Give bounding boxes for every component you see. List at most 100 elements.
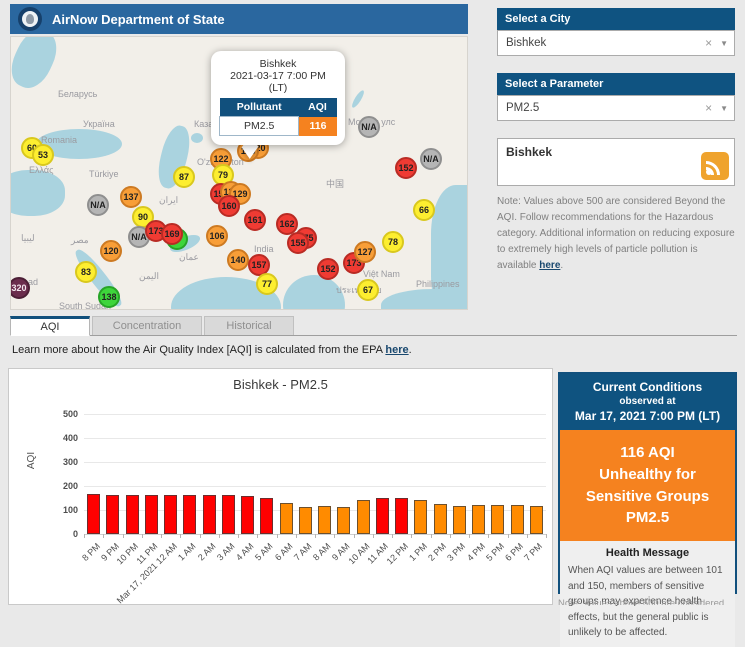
x-tick bbox=[103, 534, 104, 538]
rss-box-city: Bishkek bbox=[506, 145, 726, 159]
tab-historical[interactable]: Historical bbox=[204, 316, 294, 336]
aqi-marker[interactable]: N/A bbox=[420, 148, 442, 170]
gridline bbox=[84, 486, 546, 487]
map-country-label: مصر bbox=[71, 235, 89, 246]
x-tick bbox=[277, 534, 278, 538]
x-tick bbox=[315, 534, 316, 538]
aqi-bar bbox=[453, 506, 466, 534]
aqi-marker[interactable]: 155 bbox=[287, 232, 309, 254]
x-tick-label-text: 8 PM bbox=[80, 541, 102, 563]
x-tick bbox=[238, 534, 239, 538]
aqi-marker[interactable]: 169 bbox=[161, 223, 183, 245]
map-country-label: India bbox=[254, 244, 274, 254]
aqi-marker[interactable]: 67 bbox=[357, 279, 379, 301]
aqi-marker[interactable]: 161 bbox=[244, 209, 266, 231]
x-tick-label-text: 5 AM bbox=[253, 541, 275, 563]
aqi-marker[interactable]: 53 bbox=[32, 144, 54, 166]
aqi-bar bbox=[491, 505, 504, 534]
aqi-marker[interactable]: 160 bbox=[218, 195, 240, 217]
aqi-bar bbox=[106, 495, 119, 534]
aqi-bar bbox=[511, 505, 524, 534]
y-tick-label: 0 bbox=[44, 529, 78, 539]
y-tick-label: 200 bbox=[44, 481, 78, 491]
aqi-bar bbox=[530, 506, 543, 534]
x-tick bbox=[200, 534, 201, 538]
x-tick bbox=[142, 534, 143, 538]
x-tick-label-text: 6 PM bbox=[503, 541, 525, 563]
aqi-bar bbox=[395, 498, 408, 534]
aqi-marker[interactable]: 138 bbox=[98, 286, 120, 308]
aqi-marker[interactable]: 77 bbox=[256, 273, 278, 295]
clear-icon[interactable]: × bbox=[705, 101, 712, 115]
aqi-marker[interactable]: 152 bbox=[395, 157, 417, 179]
aqi-marker[interactable]: 106 bbox=[206, 225, 228, 247]
aqi-marker[interactable]: 83 bbox=[75, 261, 97, 283]
learn-more-here-link[interactable]: here bbox=[385, 344, 408, 356]
popup-table: Pollutant AQI PM2.5 116 bbox=[219, 98, 337, 136]
x-tick bbox=[546, 534, 547, 538]
aqi-marker[interactable]: 120 bbox=[100, 240, 122, 262]
map-country-label: عمان bbox=[179, 252, 199, 263]
map-country-label: Việt Nam bbox=[363, 269, 400, 279]
aqi-map[interactable]: БеларусьУкраїнаКазахстанRomaniaΕλλάςTürk… bbox=[10, 36, 468, 310]
chevron-down-icon[interactable]: ▼ bbox=[720, 104, 728, 113]
parameter-select[interactable]: PM2.5 × ▼ bbox=[497, 95, 735, 121]
aqi-bar bbox=[87, 494, 100, 534]
x-tick-label-text: 2 PM bbox=[426, 541, 448, 563]
clear-icon[interactable]: × bbox=[705, 36, 712, 50]
aqi-bar bbox=[414, 500, 427, 534]
x-tick-label-text: 3 AM bbox=[215, 541, 237, 563]
x-tick bbox=[334, 534, 335, 538]
aqi-bar bbox=[337, 507, 350, 534]
x-tick-label-text: 10 AM bbox=[346, 541, 371, 566]
aqi-marker[interactable]: 137 bbox=[120, 186, 142, 208]
y-tick-label: 500 bbox=[44, 409, 78, 419]
aqi-bar bbox=[164, 495, 177, 534]
aqi-marker[interactable]: 78 bbox=[382, 231, 404, 253]
x-tick bbox=[469, 534, 470, 538]
aqi-bar bbox=[318, 506, 331, 534]
city-select[interactable]: Bishkek × ▼ bbox=[497, 30, 735, 56]
tab-aqi[interactable]: AQI bbox=[10, 316, 90, 336]
x-tick bbox=[450, 534, 451, 538]
x-tick-label-text: 7 AM bbox=[292, 541, 314, 563]
water-shape bbox=[350, 89, 366, 109]
x-tick-label-text: 7 PM bbox=[522, 541, 544, 563]
map-country-label: ليبيا bbox=[21, 233, 35, 244]
x-tick bbox=[488, 534, 489, 538]
chart-plot: 01002003004005008 PM9 PM10 PM11 PMMar 17… bbox=[84, 369, 546, 599]
aqi-marker[interactable]: 140 bbox=[227, 249, 249, 271]
rss-dot bbox=[706, 169, 712, 175]
sidebar: Select a City Bishkek × ▼ Select a Param… bbox=[497, 8, 735, 274]
aqi-bar bbox=[183, 495, 196, 534]
map-country-label: Türkiye bbox=[89, 169, 119, 179]
aqi-bar bbox=[299, 507, 312, 534]
aqi-marker[interactable]: N/A bbox=[87, 194, 109, 216]
aqi-bar bbox=[241, 496, 254, 534]
cc-aqi-pollutant: PM2.5 bbox=[566, 507, 729, 529]
rss-icon[interactable] bbox=[701, 152, 729, 180]
x-tick bbox=[296, 534, 297, 538]
popup-pollutant-value: PM2.5 bbox=[220, 117, 299, 136]
cc-datetime: Mar 17, 2021 7:00 PM (LT) bbox=[564, 409, 731, 423]
aqi-marker[interactable]: N/A bbox=[358, 116, 380, 138]
x-tick bbox=[161, 534, 162, 538]
sidebar-note-period: . bbox=[560, 260, 563, 271]
note-here-link[interactable]: here bbox=[539, 260, 560, 271]
aqi-marker[interactable]: 87 bbox=[173, 166, 195, 188]
current-conditions-header: Current Conditions observed at Mar 17, 2… bbox=[560, 374, 735, 430]
cc-aqi-category: Unhealthy for Sensitive Groups bbox=[566, 464, 729, 508]
chart-panel: Bishkek - PM2.5 AQI 01002003004005008 PM… bbox=[8, 368, 553, 605]
x-tick bbox=[411, 534, 412, 538]
aqi-marker[interactable]: 320 bbox=[10, 277, 30, 299]
y-axis-title: AQI bbox=[26, 452, 37, 469]
chevron-down-icon[interactable]: ▼ bbox=[720, 39, 728, 48]
cc-aqi-block: 116 AQI Unhealthy for Sensitive Groups P… bbox=[560, 430, 735, 541]
aqi-marker[interactable]: 66 bbox=[413, 199, 435, 221]
aqi-marker[interactable]: 127 bbox=[354, 241, 376, 263]
x-tick bbox=[354, 534, 355, 538]
tab-concentration[interactable]: Concentration bbox=[92, 316, 202, 336]
x-tick bbox=[392, 534, 393, 538]
aqi-marker[interactable]: 152 bbox=[317, 258, 339, 280]
popup-city: Bishkek bbox=[217, 58, 339, 70]
